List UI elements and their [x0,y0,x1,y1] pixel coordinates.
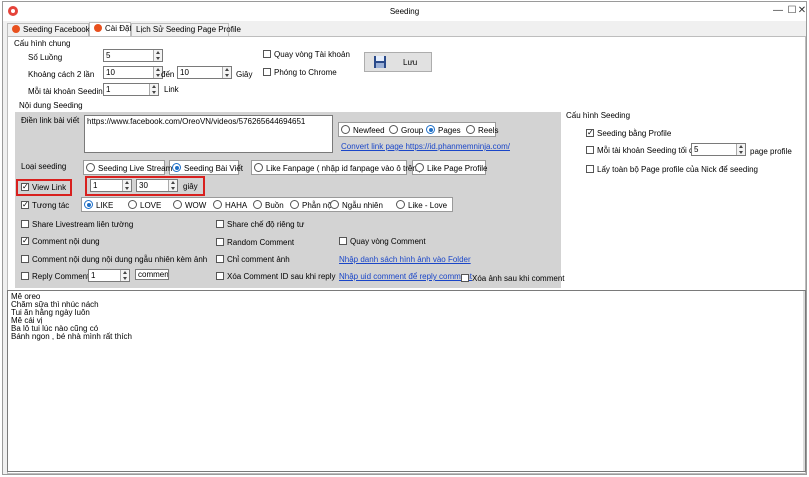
radio-like-fanpage[interactable]: Like Fanpage ( nhập id fanpage vào ô trê… [254,163,422,174]
tab-label: Cài Đặt [105,24,132,33]
title-bar: Seeding — ☐ ✕ [3,2,806,21]
threads-label: Số Luồng [28,53,63,62]
save-icon [374,56,386,68]
tab-settings[interactable]: Cài Đặt [89,22,132,36]
radio-reaction-sad[interactable]: Buồn [253,200,284,211]
view-unit: giây [183,182,198,191]
share-private-checkbox[interactable]: Share chế độ riêng tư [216,220,304,230]
delete-comment-id-checkbox[interactable]: Xóa Comment ID sau khi reply [216,272,336,282]
max-per-account-unit: page profile [750,147,792,156]
zoom-chrome-checkbox[interactable]: Phóng to Chrome [263,68,337,78]
uid-comment-link[interactable]: Nhập uid comment để reply comment [339,272,472,281]
interval-unit: Giây [236,70,253,79]
seeding-window: Seeding — ☐ ✕ Seeding Facebook Cài Đặt L… [2,1,807,475]
max-per-account-checkbox[interactable]: Mỗi tài khoản Seeding tối đa [586,146,698,156]
view-to-input[interactable]: 30 [136,179,178,192]
comment-image-only-checkbox[interactable]: Chỉ comment ảnh [216,255,290,265]
interact-checkbox[interactable]: Tương tác [21,200,69,211]
content-legend: Nội dung Seeding [19,101,83,110]
random-comment-checkbox[interactable]: Random Comment [216,238,294,248]
comment-line: Mê cái vị [11,316,43,325]
view-from-input[interactable]: 1 [90,179,132,192]
radio-like-page-profile[interactable]: Like Page Profile [415,163,487,174]
minimize-button[interactable]: — [771,5,785,17]
reply-unit-box: comment [135,269,169,280]
save-button[interactable]: Lưu [364,52,432,72]
post-link-input[interactable]: https://www.facebook.com/OreoVN/videos/5… [84,115,333,153]
radio-seeding-post[interactable]: Seeding Bài Viết [172,163,243,174]
radio-reaction-love[interactable]: LOVE [128,200,161,211]
settings-icon [94,24,102,32]
per-account-unit: Link [164,85,179,94]
comment-line: Tui ăn hằng ngày luôn [11,308,90,317]
comments-textarea[interactable]: Mê oreo Chăm sữa thì nhúc nách Tui ăn hằ… [7,290,806,472]
reply-count-input[interactable]: 1 [88,269,130,282]
get-all-pages-checkbox[interactable]: Lấy toàn bộ Page profile của Nick để see… [586,165,758,175]
interval-label: Khoảng cách 2 lần [28,70,95,79]
delete-image-checkbox[interactable]: Xóa ảnh sau khi comment [461,274,565,284]
seeding-config-legend: Cấu hình Seeding [566,111,631,120]
general-legend: Cấu hình chung [14,39,71,48]
comment-line: Mê oreo [11,292,41,301]
rotate-accounts-checkbox[interactable]: Quay vòng Tài khoản [263,50,350,60]
facebook-icon [12,25,20,33]
window-title: Seeding [389,7,420,16]
radio-reaction-like[interactable]: LIKE [84,200,113,211]
tab-history[interactable]: Lịch Sử Seeding Page Profile [131,23,241,36]
radio-reaction-random[interactable]: Ngẫu nhiên [330,200,383,211]
radio-seeding-live[interactable]: Seeding Live Stream [86,163,172,174]
tab-label: Lịch Sử Seeding Page Profile [136,25,241,34]
seeding-by-profile-checkbox[interactable]: Seeding bằng Profile [586,128,671,139]
convert-link[interactable]: Convert link page https://id.phanmemninj… [341,142,510,151]
radio-reaction-like-love[interactable]: Like - Love [396,200,447,211]
comment-line: Chăm sữa thì nhúc nách [11,300,99,309]
reply-comment-checkbox[interactable]: Reply Comment [21,272,89,282]
seeding-type-label: Loại seeding [21,162,67,171]
link-label: Điền link bài viết [21,116,80,125]
rotate-comment-checkbox[interactable]: Quay vòng Comment [339,237,426,247]
comment-content-checkbox[interactable]: Comment nội dung [21,236,100,247]
interval-to-input[interactable]: 10 [177,66,232,79]
threads-input[interactable]: 5 [103,49,163,62]
radio-reels[interactable]: Reels [466,125,498,136]
close-button[interactable]: ✕ [795,5,809,17]
radio-reaction-haha[interactable]: HAHA [213,200,247,211]
view-link-checkbox[interactable]: View Link [21,182,66,193]
max-per-account-input[interactable]: 5 [691,143,746,156]
radio-group[interactable]: Group [389,125,423,136]
per-account-input[interactable]: 1 [103,83,159,96]
comment-random-image-checkbox[interactable]: Comment nội dung nội dung ngẫu nhiên kèm… [21,255,207,265]
interval-from-input[interactable]: 10 [103,66,163,79]
textarea-scrollbar[interactable] [803,291,805,471]
radio-reaction-wow[interactable]: WOW [173,200,206,211]
tab-label: Seeding Facebook [23,25,90,34]
share-livestream-checkbox[interactable]: Share Livestream liên tường [21,220,133,230]
radio-newfeed[interactable]: Newfeed [341,125,385,136]
comment-line: Bánh ngon , bé nhà mình rất thích [11,332,132,341]
per-account-label: Mỗi tài khoản Seeding [28,87,108,96]
tab-seeding-facebook[interactable]: Seeding Facebook [7,23,90,36]
interval-to-label: đến [161,70,175,79]
radio-pages[interactable]: Pages [426,125,461,136]
image-folder-link[interactable]: Nhập danh sách hình ảnh vào Folder [339,255,471,264]
radio-reaction-angry[interactable]: Phẫn nộ [290,200,332,211]
